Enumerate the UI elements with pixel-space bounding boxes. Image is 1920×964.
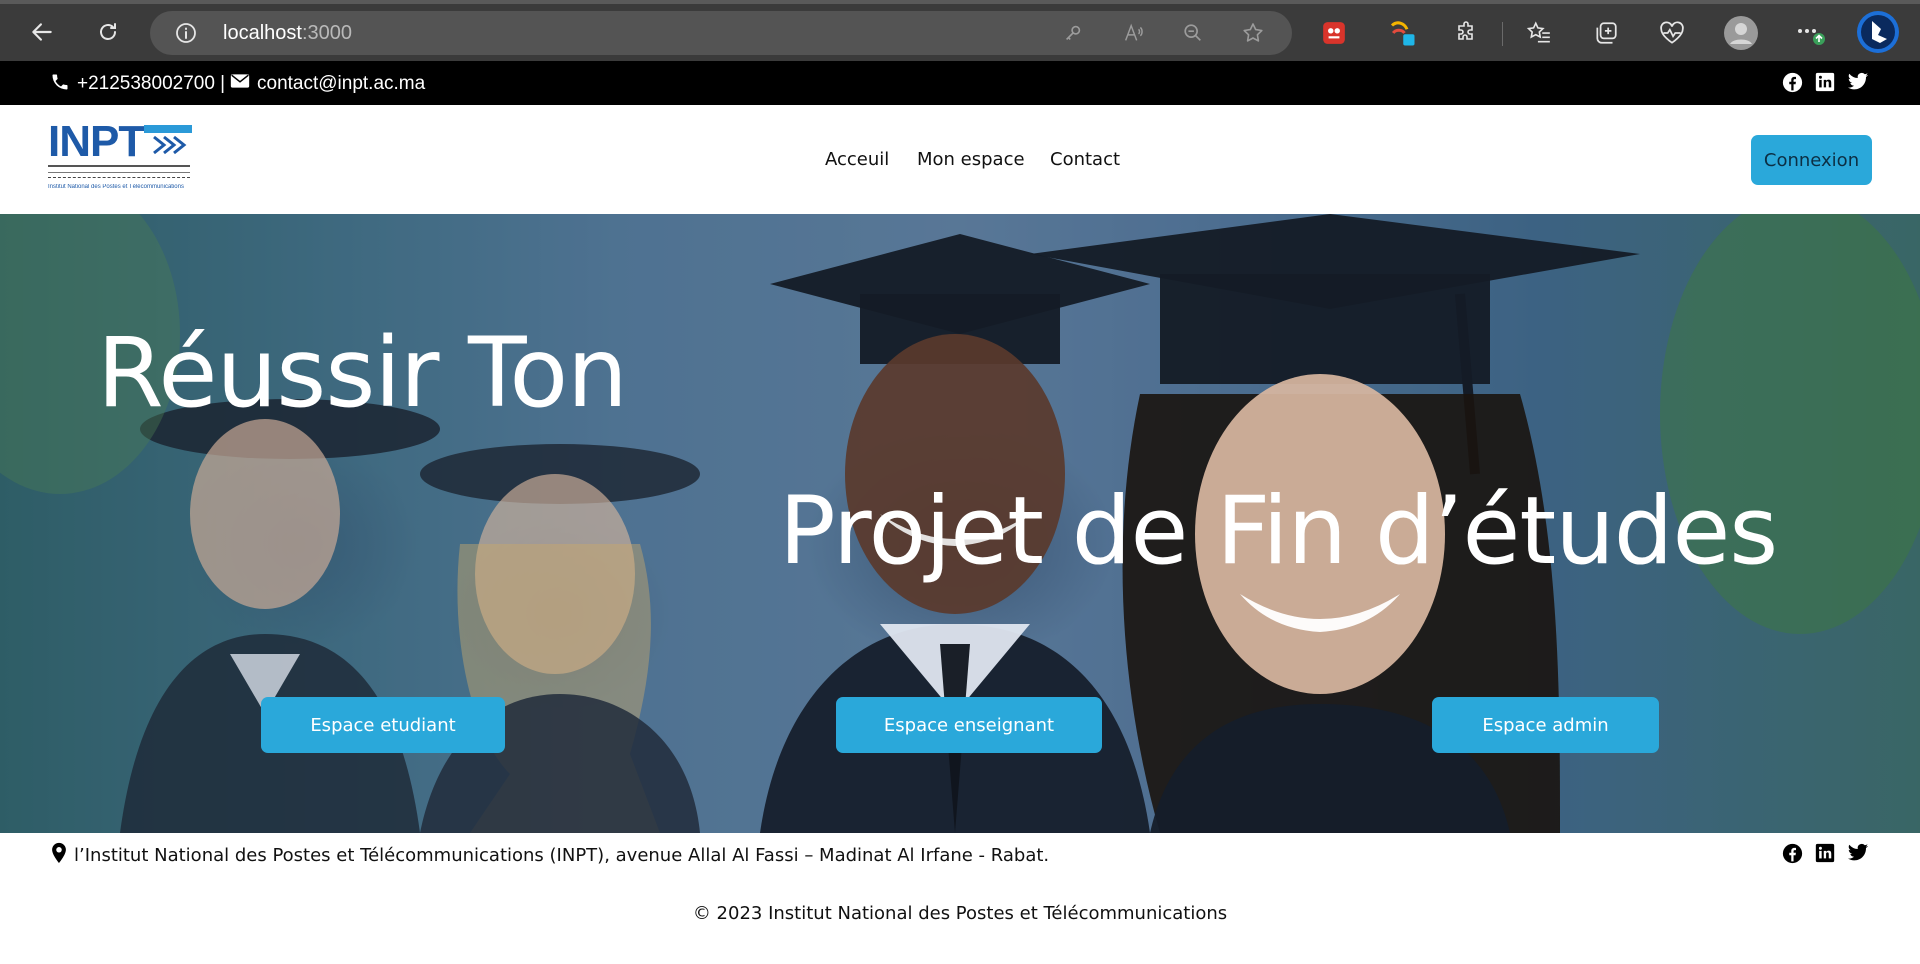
logo-arabic-line xyxy=(48,165,190,173)
nav-mon-espace-label: Mon espace xyxy=(917,149,1025,170)
browser-toolbar: localhost:3000 xyxy=(0,0,1920,61)
collections-icon[interactable] xyxy=(1590,17,1622,49)
inpt-logo[interactable]: INPT Institut National des Postes et Tél… xyxy=(48,117,196,199)
favorites-icon[interactable] xyxy=(1523,17,1555,49)
phone-icon xyxy=(50,72,70,98)
read-aloud-icon[interactable] xyxy=(1121,21,1145,45)
logo-arrows-icon xyxy=(144,125,192,155)
espace-enseignant-button[interactable]: Espace enseignant xyxy=(836,697,1102,753)
url-port: :3000 xyxy=(301,22,352,44)
url-host: localhost xyxy=(223,22,302,44)
hero-title-line2: Projet de Fin d’études xyxy=(779,477,1778,586)
nav-acceuil-label: Acceuil xyxy=(825,149,890,170)
logo-subtitle: Institut National des Postes et Télécomm… xyxy=(48,184,184,190)
twitter-icon[interactable] xyxy=(1847,842,1869,864)
twitter-icon[interactable] xyxy=(1847,71,1869,93)
zoom-out-icon[interactable] xyxy=(1181,21,1205,45)
hero-banner: Réussir Ton Projet de Fin d’études Espac… xyxy=(0,214,1920,833)
contact-bar: +212538002700 | contact@inpt.ac.ma xyxy=(0,61,1920,105)
toolbar-separator xyxy=(1502,22,1503,46)
footer-social-links xyxy=(1781,842,1869,864)
key-icon[interactable] xyxy=(1061,21,1085,45)
copyright-text: © 2023 Institut National des Postes et T… xyxy=(692,903,1228,924)
nav-contact-label: Contact xyxy=(1050,149,1121,170)
extensions-puzzle-icon[interactable] xyxy=(1450,17,1482,49)
connexion-button[interactable]: Connexion xyxy=(1751,135,1872,185)
hero-title-line1: Réussir Ton xyxy=(97,317,628,429)
facebook-icon[interactable] xyxy=(1781,71,1803,93)
refresh-icon[interactable] xyxy=(90,14,126,50)
extension-colorful-icon[interactable] xyxy=(1386,17,1418,49)
favorite-star-icon[interactable] xyxy=(1241,21,1265,45)
linkedin-icon[interactable] xyxy=(1814,71,1836,93)
logo-tifinagh-line xyxy=(48,177,190,182)
bing-copilot-icon[interactable] xyxy=(1856,10,1900,54)
back-icon[interactable] xyxy=(24,14,60,50)
extension-red-icon[interactable] xyxy=(1318,17,1350,49)
site-info-icon[interactable] xyxy=(174,21,198,49)
footer-address: l’Institut National des Postes et Téléco… xyxy=(50,842,1049,869)
url-text: localhost:3000 xyxy=(223,22,352,45)
phone-number: +212538002700 | xyxy=(77,73,226,94)
site-header: INPT Institut National des Postes et Tél… xyxy=(0,105,1920,214)
linkedin-icon[interactable] xyxy=(1814,842,1836,864)
topbar-social-links xyxy=(1781,71,1869,93)
envelope-icon xyxy=(230,72,250,96)
performance-icon[interactable] xyxy=(1656,17,1688,49)
facebook-icon[interactable] xyxy=(1781,842,1803,864)
address-bar[interactable]: localhost:3000 xyxy=(150,11,1292,55)
profile-icon[interactable] xyxy=(1723,15,1759,51)
map-pin-icon xyxy=(50,842,68,869)
more-icon[interactable] xyxy=(1794,17,1826,49)
address-text: l’Institut National des Postes et Téléco… xyxy=(74,845,1050,866)
espace-etudiant-button[interactable]: Espace etudiant xyxy=(261,697,505,753)
contact-email[interactable]: contact@inpt.ac.ma xyxy=(257,73,425,95)
espace-admin-button[interactable]: Espace admin xyxy=(1432,697,1659,753)
logo-text: INPT xyxy=(48,117,145,166)
